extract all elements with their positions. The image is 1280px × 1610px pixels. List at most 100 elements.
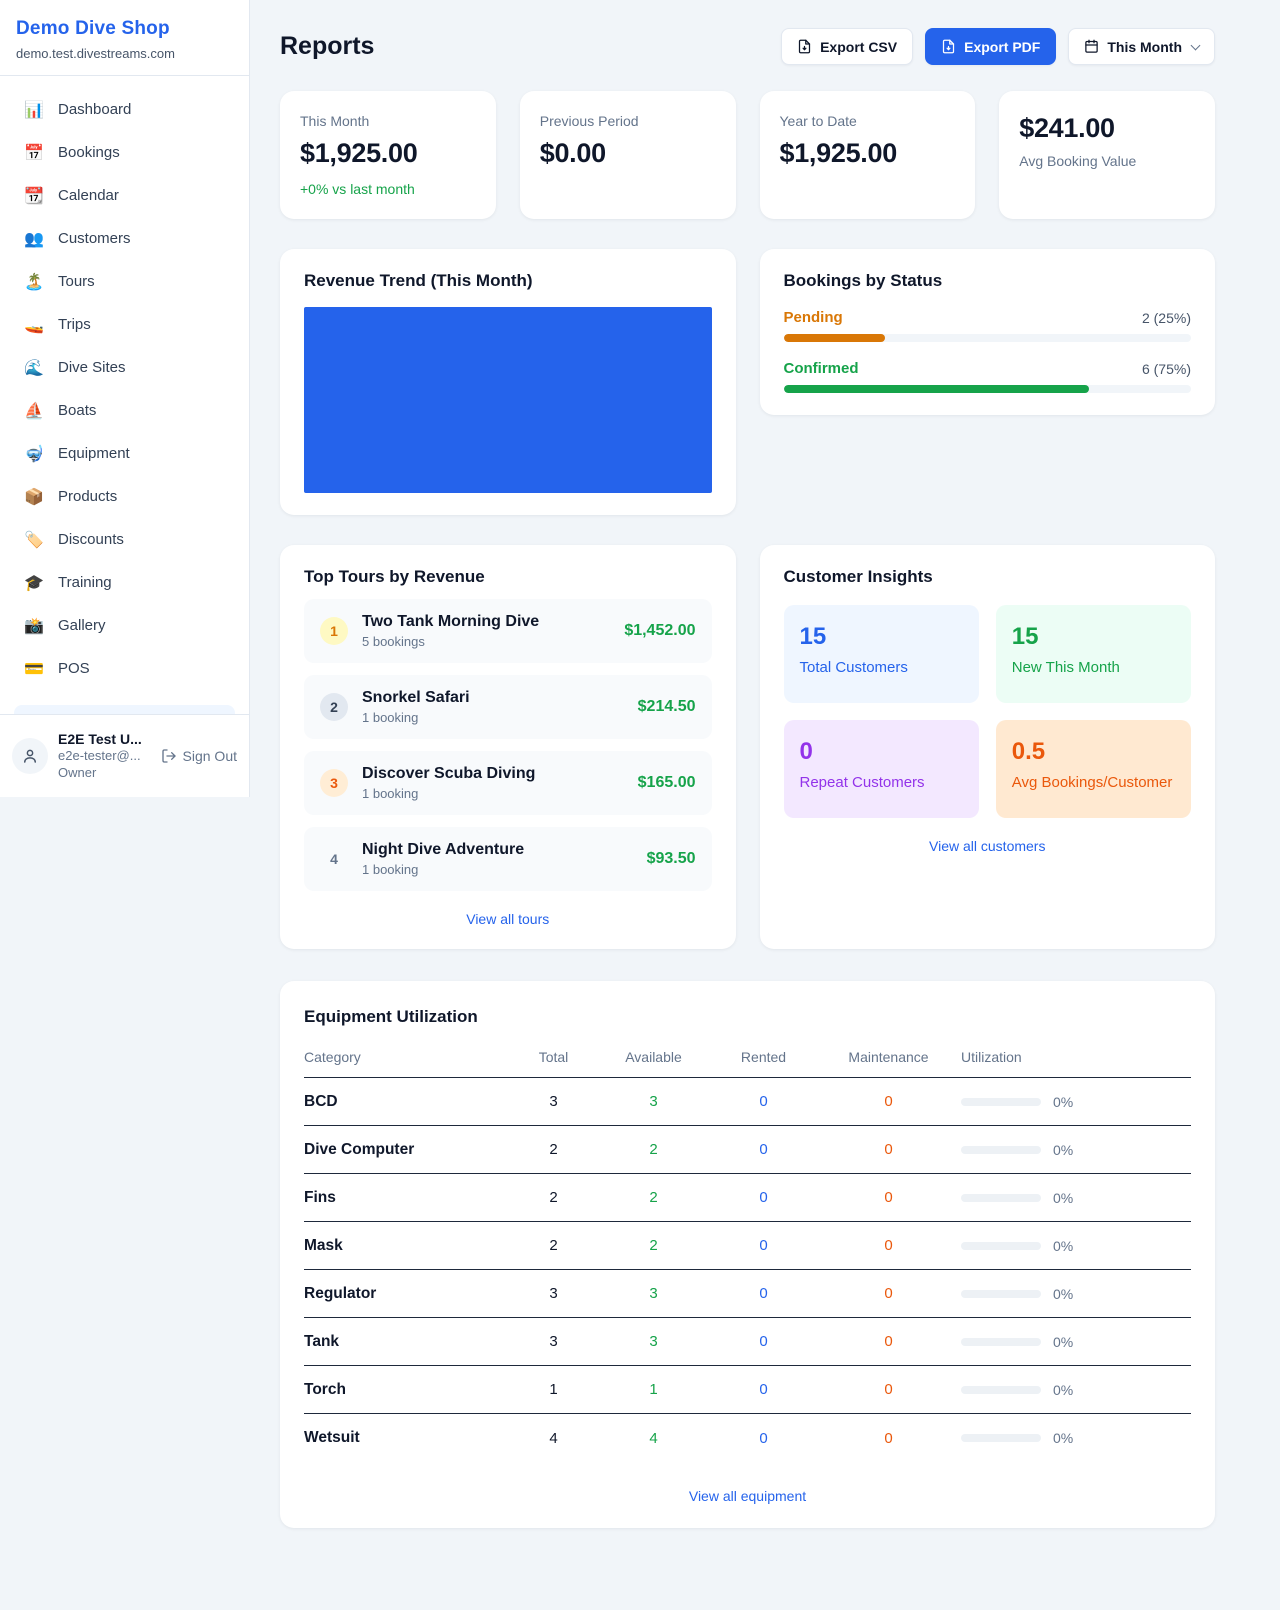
- user-meta: E2E Test U... e2e-tester@... Owner: [58, 730, 151, 782]
- page-header: Reports Export CSV Export PDF This Month: [280, 28, 1215, 65]
- tile-label: New This Month: [1012, 659, 1175, 676]
- period-dropdown[interactable]: This Month: [1068, 28, 1215, 65]
- sidebar-item-discounts[interactable]: 🏷️ Discounts: [10, 518, 239, 561]
- user-icon: [21, 747, 39, 765]
- equipment-rented: 0: [711, 1285, 816, 1302]
- dive-sites-icon: 🌊: [24, 358, 44, 378]
- main-content: Reports Export CSV Export PDF This Month: [250, 0, 1280, 1568]
- calendar-icon: [1084, 39, 1099, 54]
- sidebar-item-label: Products: [58, 488, 117, 505]
- sidebar: Demo Dive Shop demo.test.divestreams.com…: [0, 0, 250, 797]
- charts-row: Revenue Trend (This Month) Bookings by S…: [280, 249, 1215, 515]
- sidebar-item-dashboard[interactable]: 📊 Dashboard: [10, 88, 239, 131]
- stat-delta: +0% vs last month: [300, 181, 476, 197]
- dashboard-icon: 📊: [24, 100, 44, 120]
- tour-amount: $93.50: [647, 850, 696, 868]
- logout-icon: [161, 748, 177, 764]
- sidebar-item-reports-active-peek[interactable]: [14, 705, 235, 714]
- tour-bookings: 1 booking: [362, 710, 624, 725]
- sidebar-item-dive-sites[interactable]: 🌊 Dive Sites: [10, 346, 239, 389]
- insight-tiles: 15 Total Customers 15 New This Month 0 R…: [784, 605, 1192, 818]
- utilization-track: [961, 1338, 1041, 1346]
- sign-out-button[interactable]: Sign Out: [161, 748, 237, 764]
- sidebar-item-calendar[interactable]: 📆 Calendar: [10, 174, 239, 217]
- sidebar-item-equipment[interactable]: 🤿 Equipment: [10, 432, 239, 475]
- tour-row[interactable]: 1 Two Tank Morning Dive 5 bookings $1,45…: [304, 599, 712, 663]
- sidebar-item-boats[interactable]: ⛵ Boats: [10, 389, 239, 432]
- sidebar-item-products[interactable]: 📦 Products: [10, 475, 239, 518]
- sidebar-item-tours[interactable]: 🏝️ Tours: [10, 260, 239, 303]
- stat-card-this-month: This Month $1,925.00 +0% vs last month: [280, 91, 496, 219]
- stat-label: Avg Booking Value: [1019, 153, 1195, 169]
- sidebar-item-label: Customers: [58, 230, 131, 247]
- revenue-trend-card: Revenue Trend (This Month): [280, 249, 736, 515]
- equipment-rented: 0: [711, 1333, 816, 1350]
- equipment-available: 2: [596, 1189, 711, 1206]
- equipment-maintenance: 0: [816, 1189, 961, 1206]
- tile-label: Avg Bookings/Customer: [1012, 774, 1175, 791]
- stat-value: $1,925.00: [300, 138, 476, 169]
- sidebar-item-bookings[interactable]: 📅 Bookings: [10, 131, 239, 174]
- export-pdf-button[interactable]: Export PDF: [925, 28, 1056, 65]
- progress-fill: [784, 385, 1090, 393]
- equipment-category: Torch: [304, 1381, 511, 1399]
- equipment-available: 2: [596, 1141, 711, 1158]
- table-row: Torch 1 1 0 0 0%: [304, 1366, 1191, 1414]
- shop-name: Demo Dive Shop: [16, 18, 233, 40]
- progress-fill: [784, 334, 886, 342]
- user-role: Owner: [58, 765, 151, 782]
- equipment-available: 2: [596, 1237, 711, 1254]
- view-all-tours-link[interactable]: View all tours: [304, 911, 712, 927]
- gallery-icon: 📸: [24, 616, 44, 636]
- equipment-utilization-cell: 0%: [961, 1334, 1191, 1350]
- tour-row[interactable]: 3 Discover Scuba Diving 1 booking $165.0…: [304, 751, 712, 815]
- rank-badge: 3: [320, 769, 348, 797]
- equipment-rented: 0: [711, 1093, 816, 1110]
- sidebar-item-training[interactable]: 🎓 Training: [10, 561, 239, 604]
- stat-label: This Month: [300, 113, 476, 129]
- status-value: 2 (25%): [1142, 310, 1191, 326]
- table-row: Wetsuit 4 4 0 0 0%: [304, 1414, 1191, 1462]
- tile-total-customers: 15 Total Customers: [784, 605, 979, 703]
- utilization-track: [961, 1386, 1041, 1394]
- equipment-maintenance: 0: [816, 1381, 961, 1398]
- equipment-utilization-cell: 0%: [961, 1142, 1191, 1158]
- tile-avg-bookings-customer: 0.5 Avg Bookings/Customer: [996, 720, 1191, 818]
- column-header: Total: [511, 1049, 596, 1065]
- status-label: Pending: [784, 309, 843, 326]
- tile-new-this-month: 15 New This Month: [996, 605, 1191, 703]
- equipment-category: Regulator: [304, 1285, 511, 1303]
- equipment-utilization-card: Equipment Utilization Category Total Ava…: [280, 981, 1215, 1528]
- tile-value: 15: [1012, 623, 1175, 651]
- sign-out-label: Sign Out: [183, 748, 237, 764]
- sidebar-item-label: Calendar: [58, 187, 119, 204]
- stat-card-avg-booking-value: $241.00 Avg Booking Value: [999, 91, 1215, 219]
- equipment-maintenance: 0: [816, 1141, 961, 1158]
- equipment-utilization-cell: 0%: [961, 1238, 1191, 1254]
- utilization-track: [961, 1434, 1041, 1442]
- period-label: This Month: [1107, 39, 1182, 55]
- sidebar-item-pos[interactable]: 💳 POS: [10, 647, 239, 690]
- tour-amount: $1,452.00: [624, 622, 695, 640]
- table-row: Mask 2 2 0 0 0%: [304, 1222, 1191, 1270]
- equipment-total: 4: [511, 1430, 596, 1447]
- sidebar-item-customers[interactable]: 👥 Customers: [10, 217, 239, 260]
- view-all-equipment-link[interactable]: View all equipment: [304, 1488, 1191, 1504]
- stat-label: Previous Period: [540, 113, 716, 129]
- export-csv-button[interactable]: Export CSV: [781, 28, 913, 65]
- utilization-percent: 0%: [1053, 1094, 1073, 1110]
- table-row: Regulator 3 3 0 0 0%: [304, 1270, 1191, 1318]
- sidebar-item-gallery[interactable]: 📸 Gallery: [10, 604, 239, 647]
- view-all-customers-link[interactable]: View all customers: [784, 838, 1192, 854]
- equipment-total: 3: [511, 1333, 596, 1350]
- sidebar-item-trips[interactable]: 🚤 Trips: [10, 303, 239, 346]
- tour-bookings: 1 booking: [362, 786, 624, 801]
- status-label: Confirmed: [784, 360, 859, 377]
- utilization-percent: 0%: [1053, 1142, 1073, 1158]
- tour-row[interactable]: 2 Snorkel Safari 1 booking $214.50: [304, 675, 712, 739]
- stat-value: $1,925.00: [780, 138, 956, 169]
- equipment-total: 1: [511, 1381, 596, 1398]
- sidebar-item-label: Trips: [58, 316, 91, 333]
- tour-row[interactable]: 4 Night Dive Adventure 1 booking $93.50: [304, 827, 712, 891]
- header-actions: Export CSV Export PDF This Month: [781, 28, 1215, 65]
